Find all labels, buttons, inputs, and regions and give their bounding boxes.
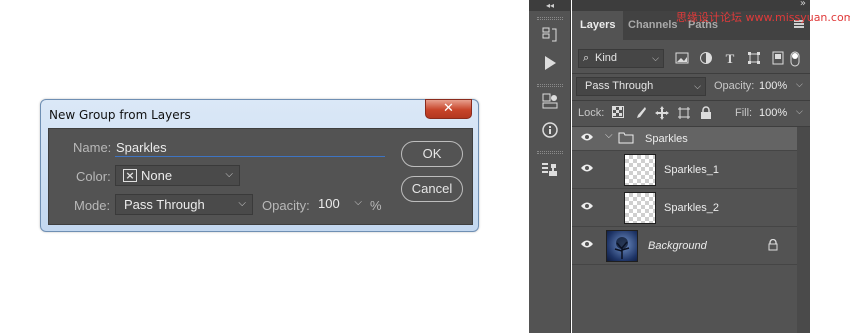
- layer-thumbnail: [624, 192, 656, 224]
- separator: [572, 73, 810, 74]
- lock-pixels-icon[interactable]: [632, 106, 648, 122]
- chevron-down-icon: ⌵: [694, 81, 701, 91]
- watermark-text: 思缘设计论坛 www.missyuan.com: [676, 11, 850, 24]
- lock-label: Lock:: [578, 107, 605, 119]
- canvas-area: [810, 0, 850, 333]
- close-button[interactable]: ✕: [425, 99, 472, 119]
- new-group-dialog: New Group from Layers ✕ Name: Sparkles C…: [40, 99, 479, 232]
- opacity-input[interactable]: 100 ⌵: [312, 194, 364, 215]
- blend-mode-value: Pass Through: [585, 80, 654, 92]
- opacity-value: 100: [318, 196, 340, 211]
- mode-select[interactable]: Pass Through ⌵: [115, 194, 253, 215]
- color-select-value: None: [141, 168, 173, 183]
- background-thumbnail: [606, 230, 638, 262]
- shape-filter-icon[interactable]: [746, 51, 762, 67]
- chevron-down-icon: ⌵: [238, 198, 246, 209]
- layer-thumbnail: [624, 154, 656, 186]
- separator: [572, 100, 810, 101]
- drag-grip[interactable]: [537, 17, 563, 20]
- tab-layers[interactable]: Layers: [572, 11, 624, 40]
- dialog-title: New Group from Layers: [49, 108, 191, 122]
- adjustment-filter-icon[interactable]: [698, 51, 714, 67]
- opacity-label: Opacity:: [262, 198, 310, 213]
- filter-kind-value: Kind: [595, 52, 618, 64]
- opacity-unit: %: [370, 198, 382, 213]
- layer-row[interactable]: Sparkles_2: [572, 189, 797, 227]
- chevron-down-icon[interactable]: ⌵: [605, 130, 613, 141]
- drag-grip[interactable]: [537, 84, 563, 87]
- pixel-filter-icon[interactable]: [674, 51, 690, 67]
- collapse-panel-button[interactable]: »: [800, 0, 806, 9]
- layer-name: Sparkles: [645, 133, 688, 145]
- name-label: Name:: [73, 140, 112, 155]
- fill-label: Fill:: [735, 107, 753, 119]
- smart-object-filter-icon[interactable]: [770, 51, 786, 67]
- play-actions-icon[interactable]: [539, 54, 561, 76]
- fill-value[interactable]: 100%: [759, 107, 787, 119]
- eye-icon[interactable]: [580, 163, 594, 177]
- eye-icon[interactable]: [580, 201, 594, 215]
- name-input[interactable]: Sparkles: [116, 140, 167, 155]
- layer-row[interactable]: Sparkles_1: [572, 151, 797, 189]
- eye-icon[interactable]: [580, 239, 594, 253]
- blend-mode-select[interactable]: Pass Through ⌵: [576, 77, 706, 96]
- type-filter-icon[interactable]: T: [722, 51, 738, 67]
- eye-icon[interactable]: [580, 132, 594, 146]
- layer-name: Background: [648, 240, 707, 252]
- lock-position-icon[interactable]: [654, 106, 670, 122]
- color-label: Color:: [76, 169, 111, 184]
- history-icon[interactable]: [539, 26, 561, 48]
- folder-icon: [618, 132, 634, 147]
- dialog-body: Name: Sparkles Color: × None ⌵ Mode: Pas…: [48, 128, 473, 225]
- chevron-down-icon: ⌵: [225, 169, 233, 180]
- filter-kind-select[interactable]: ⌕ Kind ⌵: [578, 49, 664, 68]
- clone-source-icon[interactable]: [539, 160, 561, 182]
- layer-name: Sparkles_2: [664, 202, 720, 214]
- chevron-down-icon[interactable]: ⌵: [796, 79, 803, 90]
- chevron-down-icon[interactable]: ⌵: [796, 106, 803, 117]
- drag-grip[interactable]: [537, 151, 563, 154]
- ok-button[interactable]: OK: [401, 141, 463, 167]
- chevron-down-icon: ⌵: [354, 197, 362, 208]
- properties-icon[interactable]: [539, 92, 561, 114]
- layer-name: Sparkles_1: [664, 164, 720, 176]
- layers-panel: » Layers Channels Paths ⌕ Kind ⌵ T Pass …: [572, 0, 810, 333]
- search-icon: ⌕: [583, 52, 590, 64]
- opacity-label: Opacity:: [714, 80, 755, 92]
- lock-all-icon[interactable]: [698, 106, 714, 122]
- layers-scrollbar[interactable]: [797, 127, 810, 333]
- lock-artboard-icon[interactable]: [676, 106, 692, 122]
- info-icon[interactable]: [539, 121, 561, 143]
- no-color-icon: ×: [123, 169, 137, 182]
- mode-select-value: Pass Through: [124, 197, 205, 212]
- chevron-down-icon: ⌵: [652, 53, 659, 63]
- tools-dock: ◂◂: [529, 0, 571, 333]
- lock-icon: [768, 238, 778, 254]
- mode-label: Mode:: [74, 198, 111, 213]
- lock-transparent-icon[interactable]: [610, 106, 626, 122]
- collapse-dock-button[interactable]: ◂◂: [529, 0, 571, 11]
- layer-row-background[interactable]: Background: [572, 227, 797, 265]
- color-select[interactable]: × None ⌵: [115, 165, 240, 186]
- filter-toggle-icon[interactable]: [790, 51, 800, 67]
- cancel-button[interactable]: Cancel: [401, 176, 463, 202]
- layer-row-group[interactable]: ⌵ Sparkles: [572, 127, 797, 151]
- opacity-value[interactable]: 100%: [759, 80, 787, 92]
- name-input-underline: [115, 156, 385, 157]
